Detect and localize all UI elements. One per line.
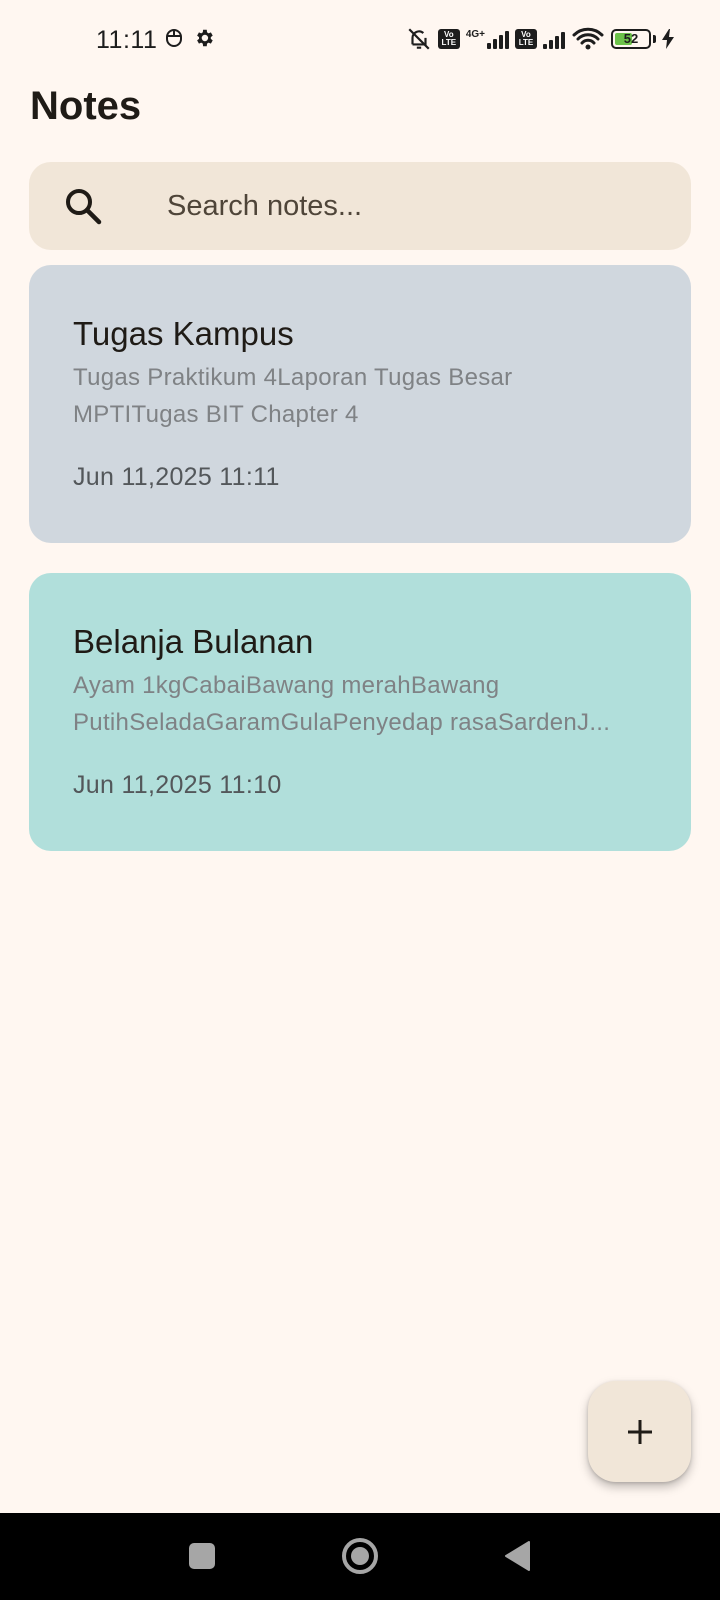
wifi-icon <box>572 27 604 50</box>
note-body: Ayam 1kgCabaiBawang merahBawang PutihSel… <box>73 672 611 736</box>
note-date: Jun 11,2025 11:11 <box>73 463 280 491</box>
volte-label-bottom-sim2: LTE <box>518 38 534 47</box>
search-icon <box>66 189 102 225</box>
battery-icon: 52 <box>611 29 651 49</box>
status-left-icons <box>165 27 215 49</box>
plus-icon <box>627 1419 652 1444</box>
note-title: Belanja Bulanan <box>73 623 314 660</box>
volte-icon: Vo LTE <box>437 29 460 49</box>
mute-bell-icon <box>408 28 430 50</box>
volte-label-bottom: LTE <box>441 38 457 47</box>
signal-strength-icon-sim1: 4G+ <box>466 29 509 49</box>
status-right-icons: Vo LTE 4G+ Vo LTE 52 <box>406 26 674 52</box>
search-bar[interactable] <box>29 162 691 250</box>
battery-tip <box>653 35 656 43</box>
note-date: Jun 11,2025 11:10 <box>73 771 282 799</box>
network-type-label: 4G+ <box>465 29 485 40</box>
recents-button[interactable] <box>189 1543 215 1569</box>
volte-icon-sim2: Vo LTE <box>515 29 537 49</box>
battery-level: 52 <box>623 31 639 46</box>
note-body: Tugas Praktikum 4Laporan Tugas Besar MPT… <box>73 364 513 428</box>
status-bar: 11:11 Vo LTE 4G+ Vo LTE 52 <box>0 0 720 80</box>
add-note-button[interactable] <box>588 1381 691 1482</box>
note-card[interactable]: Tugas Kampus Tugas Praktikum 4Laporan Tu… <box>29 265 691 543</box>
status-time: 11:11 <box>96 26 158 54</box>
note-card[interactable]: Belanja Bulanan Ayam 1kgCabaiBawang mera… <box>29 573 691 851</box>
charging-bolt-icon <box>662 29 674 49</box>
signal-strength-icon-sim2 <box>543 29 565 49</box>
page-title: Notes <box>30 84 142 128</box>
search-input[interactable] <box>167 184 667 228</box>
app-notification-icon <box>166 29 182 47</box>
home-button[interactable] <box>341 1537 379 1575</box>
back-button[interactable] <box>503 1540 531 1572</box>
system-navigation-bar <box>0 1513 720 1600</box>
note-title: Tugas Kampus <box>73 315 294 352</box>
settings-gear-icon <box>197 29 213 47</box>
